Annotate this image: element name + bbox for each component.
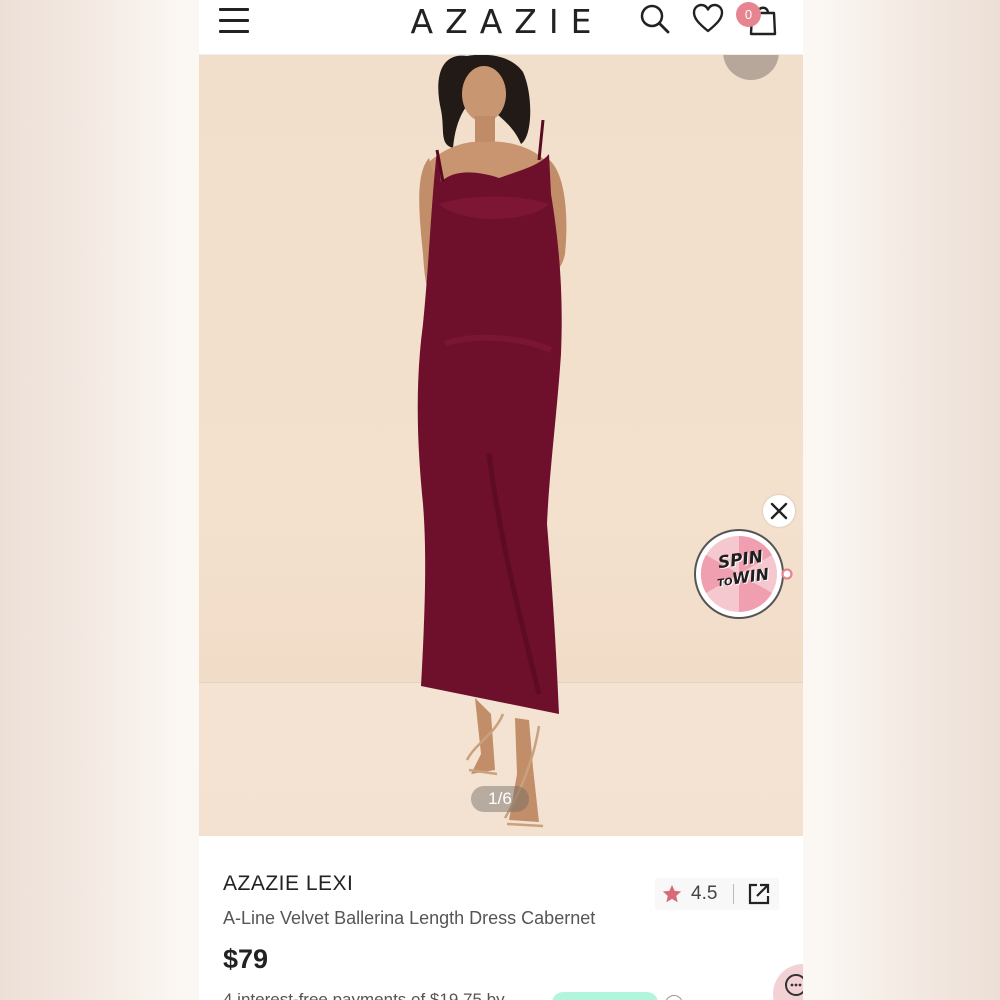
product-image-gallery[interactable]: 1/6 (199, 54, 803, 836)
star-icon (662, 884, 682, 903)
rating-value[interactable]: 4.5 (691, 883, 717, 905)
divider (733, 884, 734, 904)
rating-share-box: 4.5 (655, 878, 779, 910)
top-navigation-bar: AZAZIE 0 (199, 0, 803, 55)
bag-icon[interactable]: 0 (736, 2, 779, 36)
model-figure (417, 54, 567, 828)
afterpay-badge[interactable] (552, 992, 658, 1000)
share-icon[interactable] (747, 882, 771, 906)
heart-icon[interactable] (692, 2, 724, 36)
spin-to-win-button[interactable]: SPIN TOWIN (693, 528, 793, 620)
installment-text: 4 interest-free payments of $19.75 by (223, 990, 505, 1000)
info-icon[interactable] (665, 995, 683, 1000)
close-icon[interactable] (763, 495, 795, 527)
mobile-viewport: AZAZIE 0 1/6 SPIN TOWIN AZAZIE LEXI A-Li… (199, 0, 803, 1000)
image-counter: 1/6 (471, 786, 529, 812)
product-info-section: AZAZIE LEXI A-Line Velvet Ballerina Leng… (199, 836, 803, 1000)
spin-win-label: WIN (730, 564, 771, 589)
product-brand-name: AZAZIE LEXI (223, 872, 354, 895)
cart-count-badge: 0 (736, 2, 761, 27)
product-price: $79 (223, 944, 269, 974)
search-icon[interactable] (639, 2, 671, 36)
product-title: A-Line Velvet Ballerina Length Dress Cab… (223, 908, 596, 928)
spin-to-label: TO (716, 576, 734, 590)
